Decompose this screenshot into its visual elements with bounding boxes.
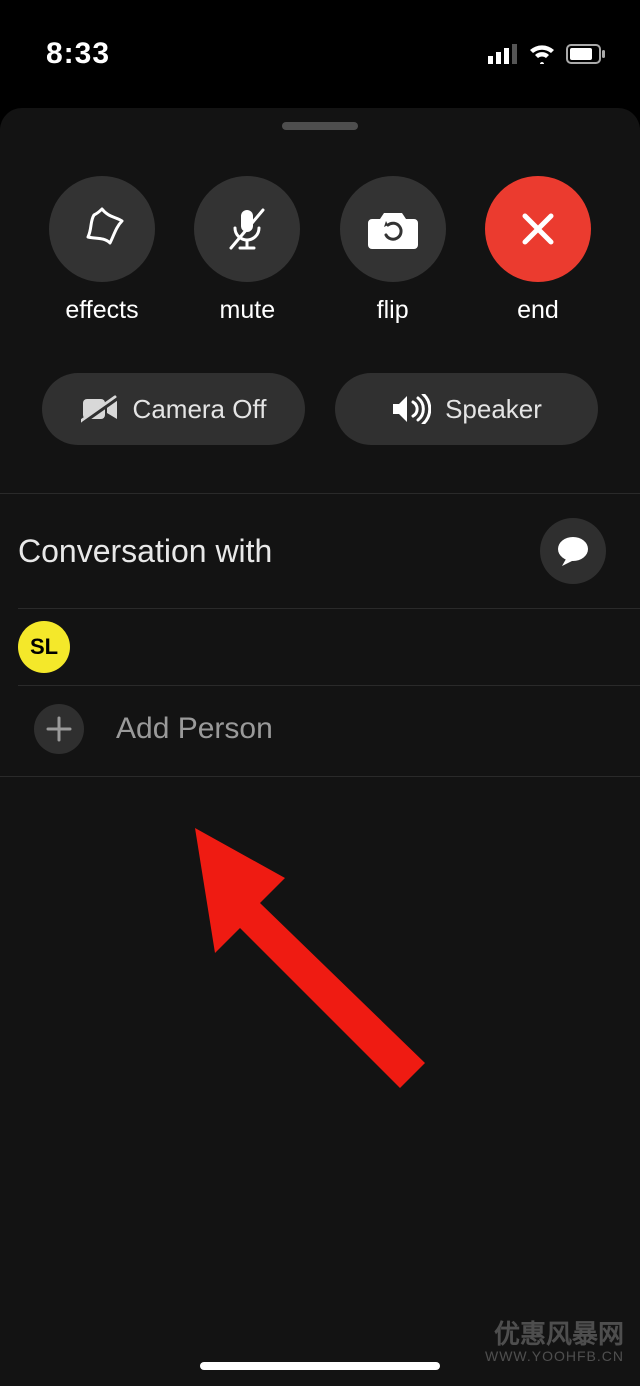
conversation-title: Conversation with: [18, 533, 272, 570]
watermark-line2: WWW.YOOHFB.CN: [485, 1349, 624, 1364]
flip-label: flip: [377, 296, 409, 325]
status-time: 8:33: [46, 37, 110, 71]
mute-label: mute: [220, 296, 276, 325]
cellular-icon: [488, 44, 518, 64]
effects-icon: [76, 203, 128, 255]
watermark-line1: 优惠风暴网: [485, 1320, 624, 1349]
participant-row[interactable]: SL: [0, 609, 640, 685]
camera-off-label: Camera Off: [133, 394, 267, 425]
call-controls-sheet: effects mute: [0, 108, 640, 1386]
wifi-icon: [528, 44, 556, 64]
watermark: 优惠风暴网 WWW.YOOHFB.CN: [485, 1320, 624, 1364]
add-person-button[interactable]: Add Person: [0, 686, 640, 776]
plus-icon: [46, 716, 72, 742]
divider: [0, 776, 640, 777]
camera-off-button[interactable]: Camera Off: [42, 373, 305, 445]
actions-row: effects mute: [0, 130, 640, 325]
battery-icon: [566, 44, 606, 64]
mute-icon: [222, 204, 272, 254]
sheet-grabber[interactable]: [282, 122, 358, 130]
flip-button[interactable]: flip: [333, 176, 453, 325]
close-icon: [517, 208, 559, 250]
end-label: end: [517, 296, 559, 325]
message-icon: [556, 535, 590, 567]
conversation-header: Conversation with: [0, 494, 640, 608]
status-bar: 8:33: [0, 0, 640, 80]
annotation-arrow-icon: [165, 828, 445, 1088]
message-button[interactable]: [540, 518, 606, 584]
speaker-label: Speaker: [445, 394, 542, 425]
add-person-label: Add Person: [116, 712, 273, 746]
avatar: SL: [18, 621, 70, 673]
effects-label: effects: [65, 296, 138, 325]
effects-button[interactable]: effects: [42, 176, 162, 325]
speaker-button[interactable]: Speaker: [335, 373, 598, 445]
end-button[interactable]: end: [478, 176, 598, 325]
camera-off-icon: [81, 395, 119, 423]
status-icons: [488, 44, 606, 64]
home-indicator[interactable]: [200, 1362, 440, 1370]
secondary-actions-row: Camera Off Speaker: [0, 325, 640, 493]
mute-button[interactable]: mute: [187, 176, 307, 325]
speaker-icon: [391, 394, 431, 424]
flip-icon: [366, 207, 420, 251]
